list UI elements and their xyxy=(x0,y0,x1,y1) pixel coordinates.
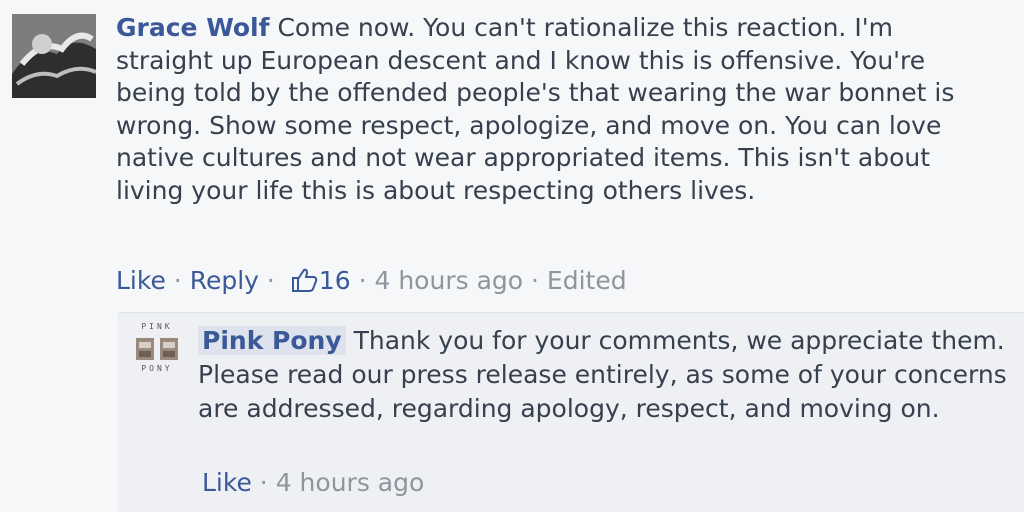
reply-link[interactable]: Reply xyxy=(190,266,259,295)
reply-actions: Like · 4 hours ago xyxy=(202,466,424,500)
separator: · xyxy=(531,266,539,295)
comment-author[interactable]: Grace Wolf xyxy=(116,13,270,42)
separator: · xyxy=(358,266,367,295)
comment-body: Grace Wolf Come now. You can't rationali… xyxy=(116,12,996,207)
edited-label[interactable]: Edited xyxy=(547,266,627,295)
comment-actions: Like · Reply · 16 · 4 hours ago · Edited xyxy=(116,264,627,298)
reply-timestamp[interactable]: 4 hours ago xyxy=(276,468,425,497)
user-avatar[interactable] xyxy=(12,14,96,98)
reply-like-link[interactable]: Like xyxy=(202,468,252,497)
separator: · xyxy=(173,266,182,295)
reply-author[interactable]: Pink Pony xyxy=(198,326,346,355)
like-count[interactable]: 16 xyxy=(319,266,351,295)
separator: · xyxy=(259,468,268,497)
reply-avatar[interactable]: PINK PONY xyxy=(130,322,184,376)
separator: · xyxy=(266,266,275,295)
avatar-logo-text-bottom: PONY xyxy=(141,364,173,373)
thumbs-up-icon[interactable] xyxy=(289,267,319,293)
reply-body: Pink Pony Thank you for your comments, w… xyxy=(198,324,1008,426)
like-link[interactable]: Like xyxy=(116,266,166,295)
comment-timestamp[interactable]: 4 hours ago xyxy=(374,266,523,295)
avatar-image xyxy=(12,14,96,98)
